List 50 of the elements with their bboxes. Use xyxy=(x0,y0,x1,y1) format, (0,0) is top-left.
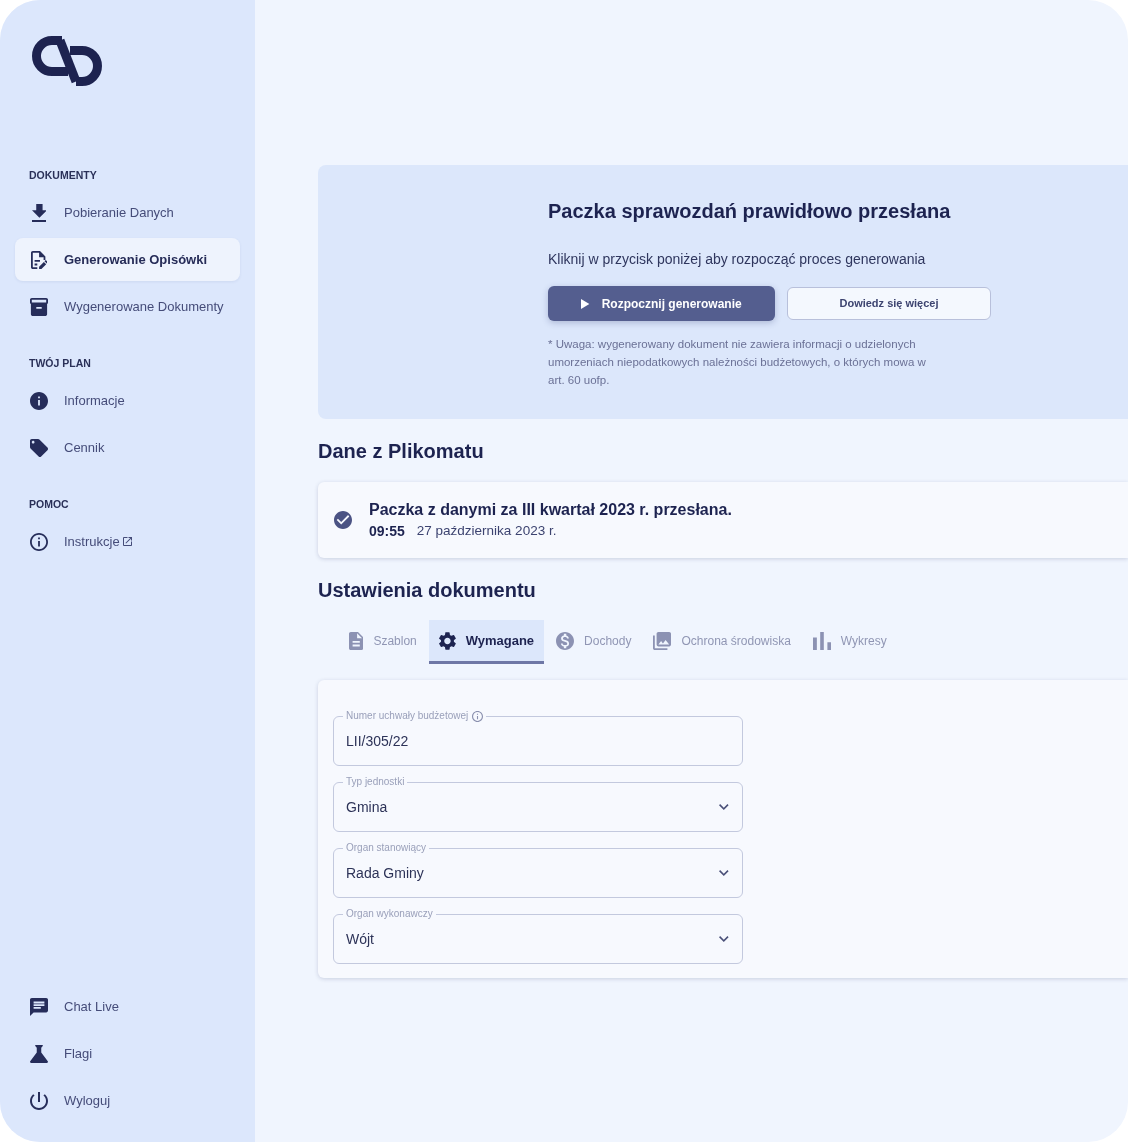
photos-icon xyxy=(653,631,672,650)
section-heading: Ustawienia dokumentu xyxy=(318,578,536,603)
learn-more-button[interactable]: Dowiedz się więcej xyxy=(787,287,991,320)
section-heading: Dane z Plikomatu xyxy=(318,439,484,464)
field-label: Numer uchwały budżetowej xyxy=(346,709,469,723)
chevron-down-icon xyxy=(719,870,729,876)
sidebar-item[interactable]: Instrukcje xyxy=(15,520,240,563)
chat-icon xyxy=(30,997,48,1016)
tab[interactable]: Wymagane xyxy=(428,620,545,664)
banner-text: Kliknij w przycisk poniżej aby rozpocząć proces generowania xyxy=(548,250,926,269)
chevron-down-icon xyxy=(719,936,729,942)
field-label: Organ stanowiący xyxy=(346,841,427,855)
logo-icon xyxy=(32,36,102,86)
document-edit-icon xyxy=(30,250,48,269)
power-icon xyxy=(30,1091,48,1110)
sidebar-section-heading: POMOC xyxy=(29,497,69,511)
chevron-down-icon xyxy=(719,804,729,810)
info-icon xyxy=(30,532,48,551)
field-label: Typ jednostki xyxy=(346,775,405,789)
sidebar-item[interactable]: Flagi xyxy=(15,1032,240,1075)
download-icon xyxy=(31,203,47,222)
sidebar-item[interactable]: Chat Live xyxy=(15,985,240,1028)
sidebar-item[interactable]: Wygenerowane Dokumenty xyxy=(15,285,240,328)
bar-chart-icon xyxy=(812,631,831,650)
dropdown-field[interactable]: Typ jednostki Gmina xyxy=(333,775,743,832)
dollar-coin-icon xyxy=(556,631,575,650)
dropdown-field[interactable]: Organ stanowiący Rada Gminy xyxy=(333,841,743,898)
sidebar-item[interactable]: Generowanie Opisówki xyxy=(15,238,240,281)
info-icon xyxy=(30,391,48,410)
settings-icon xyxy=(438,631,456,650)
status-time: 09:55 xyxy=(369,522,405,541)
play-icon xyxy=(581,298,590,309)
text-field[interactable]: Numer uchwały budżetowej LII/305/22 xyxy=(333,709,743,766)
start-generating-button[interactable]: Rozpocznij generowanie xyxy=(548,286,775,321)
disclaimer-note: * Uwaga: wygenerowany dokument nie zawiera informacji o udzielonych umorzeniach niepodatkowych należności budżetowych, o których mowa w art. 60 uofp. xyxy=(548,337,927,388)
sidebar-item[interactable]: Cennik xyxy=(15,426,240,469)
sidebar-item[interactable]: Pobieranie Danych xyxy=(15,191,240,234)
flask-icon xyxy=(30,1044,48,1063)
status-title: Paczka z danymi za III kwartał 2023 r. przesłana. xyxy=(369,500,732,520)
tag-icon xyxy=(30,438,48,457)
sidebar-section-heading: TWÓJ PLAN xyxy=(29,356,91,370)
dropdown-field[interactable]: Organ wykonawczy Wójt xyxy=(333,907,743,964)
field-label: Organ wykonawczy xyxy=(346,907,433,921)
status-date: 27 października 2023 r. xyxy=(416,522,557,540)
sidebar-item[interactable]: Informacje xyxy=(15,379,240,422)
sidebar-section-heading: DOKUMENTY xyxy=(29,168,97,182)
sidebar-item[interactable]: Wyloguj xyxy=(15,1079,240,1122)
banner-title: Paczka sprawozdań prawidłowo przesłana xyxy=(548,199,951,224)
archive-box-icon xyxy=(30,297,48,316)
document-icon xyxy=(349,631,364,650)
